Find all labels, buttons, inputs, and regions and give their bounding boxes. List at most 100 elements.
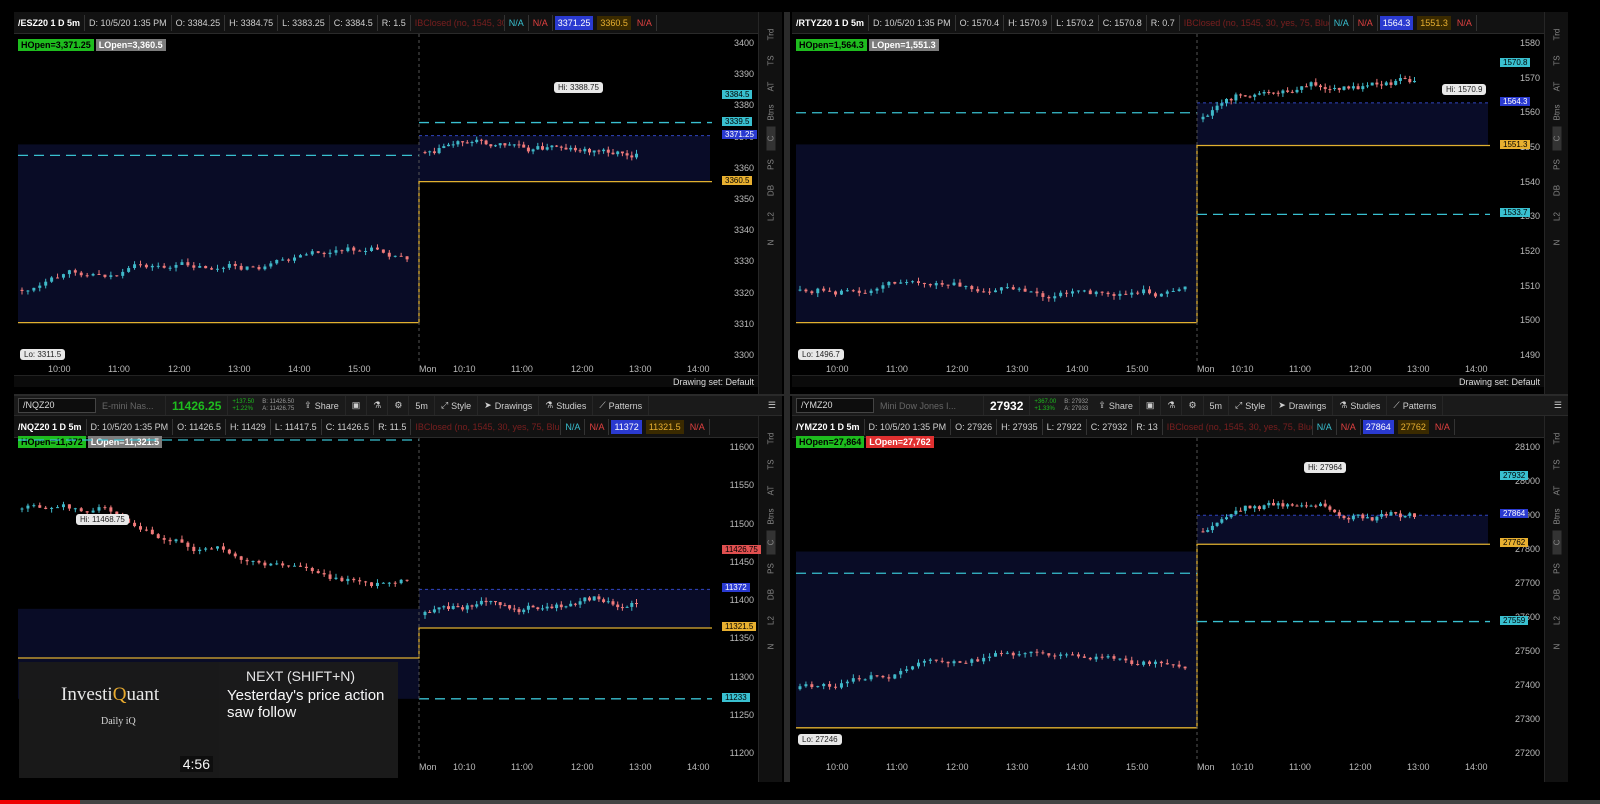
side-tab-ps[interactable]: PS: [767, 153, 776, 177]
drawings-button[interactable]: ➤ Drawings: [478, 396, 540, 415]
chart-symbol[interactable]: /ESZ20 1 D 5m: [14, 14, 86, 31]
share-button[interactable]: ⇪ Share: [1092, 396, 1140, 415]
candle-body: [310, 251, 314, 255]
drawing-set-label[interactable]: Drawing set: Default: [1459, 377, 1540, 387]
patterns-button[interactable]: ⟋ Patterns: [593, 396, 650, 415]
side-tab-ts[interactable]: TS: [1553, 49, 1562, 73]
chart-info-bar: /ESZ20 1 D 5m D: 10/5/20 1:35 PM O: 3384…: [14, 12, 782, 34]
candle-body: [109, 507, 113, 512]
candle-body: [358, 250, 362, 252]
candle-body: [451, 606, 455, 609]
side-tab-at[interactable]: AT: [767, 479, 776, 503]
side-tab-at[interactable]: AT: [1553, 479, 1562, 503]
menu-button[interactable]: ☰: [1548, 396, 1568, 415]
side-tab-n[interactable]: N: [1553, 635, 1562, 659]
style-button[interactable]: ⤢ Style: [435, 396, 479, 415]
side-tab-db[interactable]: DB: [1553, 179, 1562, 203]
snapshot-button[interactable]: ▣: [1140, 396, 1162, 415]
side-tab-ts[interactable]: TS: [767, 49, 776, 73]
side-tab-l2[interactable]: L2: [767, 205, 776, 229]
side-tab-btns[interactable]: Btns: [767, 101, 776, 125]
video-thumbnail[interactable]: InvestiQuant Daily iQ 4:56: [19, 662, 219, 778]
side-tab-c[interactable]: C: [1552, 126, 1562, 151]
chart-panel-ym[interactable]: /YMZ20 Mini Dow Jones I... 27932 +367.00…: [792, 396, 1568, 782]
chart-scrollbar[interactable]: [14, 375, 758, 387]
side-tab-n[interactable]: N: [1553, 231, 1562, 255]
timeframe-button[interactable]: 5m: [1204, 396, 1230, 415]
side-tab-at[interactable]: AT: [1553, 75, 1562, 99]
side-tab-btns[interactable]: Btns: [1553, 505, 1562, 529]
side-tab-trd[interactable]: Trd: [1553, 427, 1562, 451]
side-tab-db[interactable]: DB: [1553, 583, 1562, 607]
na-value: N/A: [529, 14, 553, 31]
price-tag: 1551.3: [1500, 139, 1531, 149]
symbol-input[interactable]: /NQZ20: [18, 398, 96, 413]
timeframe-button[interactable]: 5m: [409, 396, 435, 415]
side-tab-trd[interactable]: Trd: [1553, 23, 1562, 47]
side-tab-ps[interactable]: PS: [1553, 557, 1562, 581]
candle-body: [1257, 506, 1261, 510]
side-tab-btns[interactable]: Btns: [1553, 101, 1562, 125]
studies-button[interactable]: ⚗ Studies: [539, 396, 594, 415]
flask-button[interactable]: ⚗: [367, 396, 389, 415]
candle-body: [1082, 656, 1086, 658]
chart-panel-rty[interactable]: /RTYZ20 1 D 5m D: 10/5/20 1:35 PM O: 157…: [792, 12, 1568, 394]
candle-body: [893, 674, 897, 679]
side-tab-c[interactable]: C: [1552, 530, 1562, 555]
snapshot-button[interactable]: ▣: [346, 396, 368, 415]
chart-scrollbar[interactable]: [792, 375, 1544, 387]
price-chart[interactable]: [14, 34, 720, 362]
bid: B: 11426.50: [262, 398, 295, 405]
panel-divider[interactable]: [784, 12, 790, 782]
side-tab-c[interactable]: C: [766, 126, 776, 151]
style-button[interactable]: ⤢ Style: [1229, 396, 1273, 415]
flask-button[interactable]: ⚗: [1161, 396, 1183, 415]
chart-symbol[interactable]: /NQZ20 1 D 5m: [14, 418, 87, 435]
side-tab-ts[interactable]: TS: [767, 453, 776, 477]
candle-body: [592, 150, 596, 153]
side-tab-n[interactable]: N: [767, 635, 776, 659]
video-progress-bar[interactable]: [0, 800, 1600, 804]
chart-symbol[interactable]: /YMZ20 1 D 5m: [792, 418, 865, 435]
share-button[interactable]: ⇪ Share: [298, 396, 346, 415]
candle-body: [498, 143, 502, 146]
menu-button[interactable]: ☰: [762, 396, 782, 415]
side-tab-btns[interactable]: Btns: [767, 505, 776, 529]
side-tab-db[interactable]: DB: [767, 583, 776, 607]
price-chart[interactable]: [792, 438, 1498, 760]
side-tab-trd[interactable]: Trd: [767, 427, 776, 451]
price-tick-label: 3400: [733, 38, 754, 48]
candle-body: [952, 661, 956, 664]
side-tab-l2[interactable]: L2: [1553, 609, 1562, 633]
side-tab-db[interactable]: DB: [767, 179, 776, 203]
price-tick-label: 3340: [733, 225, 754, 236]
candle-body: [625, 606, 629, 608]
side-tab-l2[interactable]: L2: [1553, 205, 1562, 229]
session-low-bubble: Lo: 1496.7: [798, 349, 844, 360]
lopen-value-box: 1551.3: [1417, 15, 1451, 30]
side-tab-ps[interactable]: PS: [767, 557, 776, 581]
candle-body: [1394, 80, 1398, 85]
side-tab-ps[interactable]: PS: [1553, 153, 1562, 177]
side-tab-at[interactable]: AT: [767, 75, 776, 99]
na-value: N/A: [505, 14, 529, 31]
chart-panel-es[interactable]: /ESZ20 1 D 5m D: 10/5/20 1:35 PM O: 3384…: [14, 12, 782, 394]
patterns-button[interactable]: ⟋ Patterns: [1387, 396, 1444, 415]
price-chart[interactable]: [792, 34, 1498, 362]
studies-button[interactable]: ⚗ Studies: [1333, 396, 1388, 415]
panel-divider[interactable]: [14, 394, 1568, 396]
candle-body: [1118, 658, 1122, 660]
settings-button[interactable]: ⚙: [1182, 396, 1204, 415]
up-next-card[interactable]: InvestiQuant Daily iQ 4:56 NEXT (SHIFT+N…: [19, 662, 398, 778]
side-tab-c[interactable]: C: [766, 530, 776, 555]
settings-button[interactable]: ⚙: [388, 396, 410, 415]
side-tab-ts[interactable]: TS: [1553, 453, 1562, 477]
side-tab-n[interactable]: N: [767, 231, 776, 255]
symbol-input[interactable]: /YMZ20: [796, 398, 874, 413]
chart-side-toolbar: Trd TS AT Btns C PS DB L2 N: [1544, 12, 1568, 394]
chart-symbol[interactable]: /RTYZ20 1 D 5m: [792, 14, 870, 31]
side-tab-l2[interactable]: L2: [767, 609, 776, 633]
drawing-set-label[interactable]: Drawing set: Default: [673, 377, 754, 387]
drawings-button[interactable]: ➤ Drawings: [1272, 396, 1334, 415]
side-tab-trd[interactable]: Trd: [767, 23, 776, 47]
